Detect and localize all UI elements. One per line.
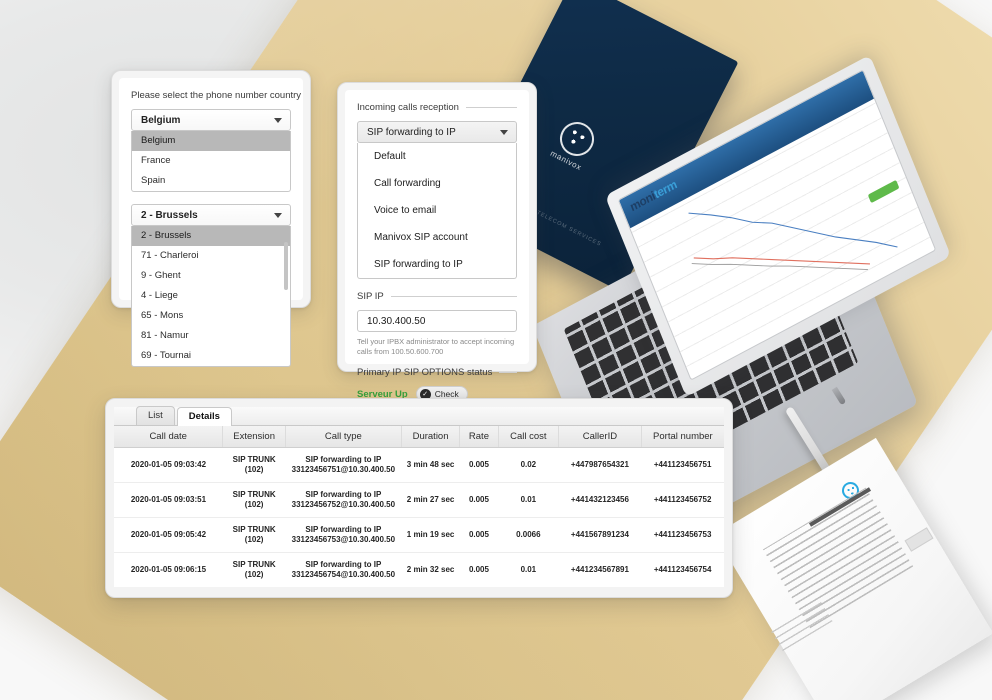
sip-ip-legend-label: SIP IP	[357, 291, 384, 302]
incoming-legend: Incoming calls reception	[357, 102, 517, 113]
phone-country-panel: Please select the phone number country B…	[111, 70, 311, 367]
phone-country-panel-body: Please select the phone number country B…	[119, 78, 303, 367]
cell-caller-id: +447987654321	[558, 447, 642, 483]
sip-ip-legend-rule	[390, 296, 517, 297]
country-option[interactable]: Belgium	[132, 131, 290, 151]
city-option[interactable]: 65 - Mons	[132, 306, 290, 326]
city-option[interactable]: 81 - Namur	[132, 326, 290, 346]
cell-duration: 2 min 32 sec	[406, 565, 455, 574]
cell-cost: 0.0066	[498, 517, 559, 553]
table-row[interactable]: 2020-01-05 09:06:15 SIP TRUNK (102) SIP for…	[114, 553, 724, 588]
cell-portal-number: +441123456754	[653, 565, 712, 574]
reception-option-menu[interactable]: Default Call forwarding Voice to email Mani…	[357, 143, 517, 279]
cell-call-type: SIP forwarding to IP 33123456752@10.30.40…	[285, 482, 402, 518]
cell-cost: 0.01	[498, 482, 559, 518]
sip-options-legend-rule	[499, 372, 517, 373]
country-select-value: Belgium	[141, 114, 181, 126]
city-option-list[interactable]: 2 - Brussels 71 - Charleroi 9 - Ghent 4 - L…	[131, 226, 291, 367]
cell-caller-id: +441234567891	[570, 565, 629, 574]
chevron-down-icon[interactable]	[274, 213, 282, 218]
country-select[interactable]: Belgium	[131, 109, 291, 131]
call-details-table: Call date Extension Call type Duration Rate C…	[114, 426, 724, 587]
table-row[interactable]: 2020-01-05 09:03:42 SIP TRUNK (102) SIP for…	[114, 447, 724, 483]
cell-call-type: SIP forwarding to IP 33123456751@10.30.40…	[285, 447, 402, 483]
cell-date: 2020-01-05 09:06:15	[130, 565, 207, 574]
reception-option[interactable]: Manivox SIP account	[358, 224, 516, 251]
cell-portal-number: +441123456753	[641, 517, 724, 553]
table-row[interactable]: 2020-01-05 09:05:42 SIP TRUNK (102) SIP for…	[114, 517, 724, 553]
screenshot-canvas: manivox MANIVOX TELECOM SERVICES moniter…	[0, 0, 992, 700]
sip-ip-hint: Tell your IPBX administrator to accept i…	[357, 337, 515, 356]
incoming-calls-panel: Incoming calls reception SIP forwarding …	[337, 82, 537, 426]
cell-portal-number: +441123456751	[641, 447, 724, 483]
country-legend: Please select the phone number country	[131, 90, 301, 101]
reception-option[interactable]: Voice to email	[358, 197, 516, 224]
cell-extension: SIP TRUNK (102)	[222, 447, 286, 483]
column-header[interactable]: CallerID	[558, 426, 642, 448]
cell-rate: 0.005	[468, 565, 489, 574]
cell-call-type: SIP forwarding to IP 33123456754@10.30.40…	[291, 560, 396, 579]
incoming-legend-label: Incoming calls reception	[357, 102, 459, 113]
cell-call-type: SIP forwarding to IP 33123456753@10.30.40…	[285, 517, 402, 553]
column-header[interactable]: Call type	[285, 426, 402, 448]
cell-extension: SIP TRUNK (102)	[232, 560, 276, 579]
reception-option[interactable]: SIP forwarding to IP	[358, 251, 516, 278]
city-option[interactable]: 71 - Charleroi	[132, 246, 290, 266]
city-option[interactable]: 2 - Brussels	[132, 226, 290, 246]
cell-rate: 0.005	[459, 517, 499, 553]
call-details-panel: List Details Call date Extension Call type D…	[105, 398, 733, 598]
column-header[interactable]: Call date	[114, 426, 224, 448]
sip-options-legend: Primary IP SIP OPTIONS status	[357, 367, 517, 378]
column-header[interactable]: Extension	[222, 426, 286, 448]
incoming-calls-panel-body: Incoming calls reception SIP forwarding …	[345, 90, 529, 426]
country-option-list[interactable]: Belgium France Spain	[131, 131, 291, 192]
chevron-down-icon[interactable]	[500, 130, 508, 135]
city-list-scrollbar[interactable]	[284, 242, 288, 290]
incoming-legend-rule	[465, 107, 517, 108]
column-header[interactable]: Portal number	[641, 426, 724, 448]
cell-date: 2020-01-05 09:03:42	[114, 447, 223, 483]
column-header[interactable]: Duration	[401, 426, 461, 448]
cell-cost: 0.02	[498, 447, 559, 483]
cell-cost: 0.01	[520, 565, 537, 574]
cell-rate: 0.005	[459, 447, 499, 483]
cell-date: 2020-01-05 09:03:51	[114, 482, 223, 518]
table-header-row: Call date Extension Call type Duration Rate C…	[114, 426, 724, 448]
tab-details[interactable]: Details	[176, 407, 232, 426]
reception-select[interactable]: SIP forwarding to IP	[357, 121, 517, 143]
sip-options-legend-label: Primary IP SIP OPTIONS status	[357, 367, 493, 378]
country-option[interactable]: Spain	[132, 171, 290, 191]
sip-ip-legend: SIP IP	[357, 291, 517, 302]
table-row[interactable]: 2020-01-05 09:03:51 SIP TRUNK (102) SIP for…	[114, 482, 724, 518]
cell-caller-id: +441432123456	[558, 482, 642, 518]
sip-ip-value: 10.30.400.50	[367, 315, 426, 327]
column-header[interactable]: Call cost	[498, 426, 560, 448]
cell-extension: SIP TRUNK (102)	[222, 517, 286, 553]
cell-duration: 1 min 19 sec	[401, 517, 460, 553]
cell-caller-id: +441567891234	[558, 517, 642, 553]
reception-option[interactable]: Call forwarding	[358, 170, 516, 197]
country-legend-label: Please select the phone number country	[131, 90, 302, 101]
call-details-tabs[interactable]: List Details	[114, 406, 724, 426]
cell-date: 2020-01-05 09:05:42	[114, 517, 223, 553]
cell-duration: 2 min 27 sec	[401, 482, 460, 518]
city-option[interactable]: 69 - Tournai	[132, 346, 290, 366]
tab-list[interactable]: List	[136, 406, 175, 425]
reception-select-value: SIP forwarding to IP	[367, 126, 456, 138]
city-select-value: 2 - Brussels	[141, 209, 198, 221]
cell-portal-number: +441123456752	[641, 482, 724, 518]
table-body: 2020-01-05 09:03:42 SIP TRUNK (102) SIP for…	[114, 447, 724, 588]
reception-option[interactable]: Default	[358, 143, 516, 170]
sip-ip-input[interactable]: 10.30.400.50	[357, 310, 517, 332]
city-select[interactable]: 2 - Brussels	[131, 204, 291, 226]
chevron-down-icon[interactable]	[274, 118, 282, 123]
city-option[interactable]: 4 - Liege	[132, 286, 290, 306]
cell-extension: SIP TRUNK (102)	[222, 482, 286, 518]
city-option[interactable]: 9 - Ghent	[132, 266, 290, 286]
column-header[interactable]: Rate	[459, 426, 499, 448]
cell-rate: 0.005	[459, 482, 499, 518]
country-option[interactable]: France	[132, 151, 290, 171]
cell-duration: 3 min 48 sec	[401, 447, 460, 483]
